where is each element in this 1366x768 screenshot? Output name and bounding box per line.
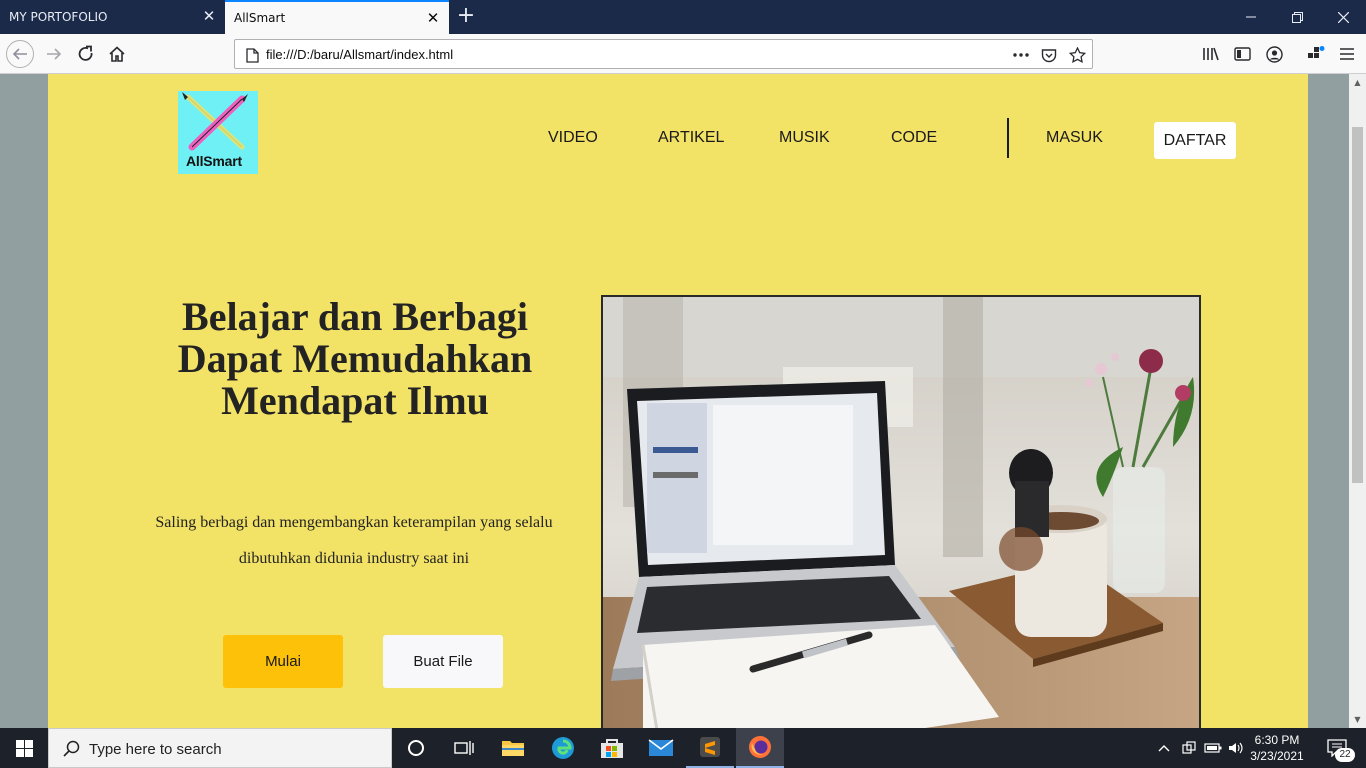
site-page: AllSmart VIDEO ARTIKEL MUSIK CODE MASUK … [48,74,1308,728]
page-icon [243,47,261,63]
clock-time: 6:30 PM [1254,733,1300,747]
close-tab-icon[interactable]: ✕ [426,11,440,26]
minimize-icon[interactable] [1228,0,1274,34]
taskbar-search-box[interactable]: Type here to search [48,728,392,768]
task-view-icon[interactable] [440,728,488,768]
clock-date: 3/23/2021 [1250,749,1304,763]
restore-icon[interactable] [1274,0,1320,34]
masuk-link[interactable]: MASUK [1046,129,1103,147]
hamburger-menu-icon[interactable] [1332,39,1362,69]
windows-taskbar: Type here to search 6:30 PM 3/23/2021 22 [0,728,1366,768]
bookmark-star-icon[interactable] [1068,47,1086,63]
edge-browser-icon[interactable] [539,728,587,768]
nav-artikel[interactable]: ARTIKEL [658,129,724,147]
sublime-text-icon[interactable] [686,728,734,768]
page-viewport: AllSmart VIDEO ARTIKEL MUSIK CODE MASUK … [0,74,1349,728]
search-icon [63,740,80,757]
tab-title: AllSmart [234,11,286,25]
back-arrow-icon[interactable] [5,39,35,69]
notification-count-badge: 22 [1335,748,1355,762]
tab-title: MY PORTOFOLIO [9,10,108,24]
url-text[interactable]: file:///D:/baru/Allsmart/index.html [266,47,453,62]
network-icon[interactable] [1180,728,1198,768]
search-placeholder: Type here to search [89,741,222,758]
nav-video[interactable]: VIDEO [548,129,598,147]
address-bar[interactable]: file:///D:/baru/Allsmart/index.html [234,39,1093,69]
scrollbar-thumb[interactable] [1352,127,1363,483]
site-logo[interactable]: AllSmart [178,91,258,174]
nav-divider [1007,118,1009,158]
scroll-up-arrow-icon[interactable]: ▲ [1349,74,1366,91]
hero-image-laptop-desk [601,295,1201,728]
tab-allsmart[interactable]: AllSmart ✕ [225,0,449,34]
buat-file-button[interactable]: Buat File [383,635,503,688]
account-icon[interactable] [1259,39,1289,69]
browser-tab-strip: MY PORTOFOLIO ✕ AllSmart ✕ + [0,0,1366,34]
scroll-down-arrow-icon[interactable]: ▼ [1349,711,1366,728]
browser-toolbar: file:///D:/baru/Allsmart/index.html [0,34,1366,74]
microsoft-store-icon[interactable] [588,728,636,768]
library-icon[interactable] [1196,39,1226,69]
mail-icon[interactable] [637,728,685,768]
new-tab-plus-icon[interactable]: + [451,2,481,32]
close-window-icon[interactable] [1320,0,1366,34]
extensions-icon[interactable] [1301,39,1331,69]
sidebar-icon[interactable] [1227,39,1257,69]
vertical-scrollbar[interactable]: ▲ ▼ [1349,74,1366,728]
nav-musik[interactable]: MUSIK [779,129,830,147]
tab-my-portofolio[interactable]: MY PORTOFOLIO ✕ [0,0,225,34]
hero-subtitle: Saling berbagi dan mengembangkan keteram… [155,514,553,567]
nav-code[interactable]: CODE [891,129,937,147]
windows-start-icon[interactable] [0,728,48,768]
forward-arrow-icon[interactable] [39,39,69,69]
file-explorer-icon[interactable] [489,728,537,768]
hero-title: Belajar dan Berbagi Dapat Memudahkan Men… [177,294,533,423]
firefox-icon[interactable] [736,728,784,768]
action-center-icon[interactable]: 22 [1318,728,1358,768]
page-actions-icon[interactable] [1012,47,1030,63]
mulai-button[interactable]: Mulai [223,635,343,688]
daftar-button[interactable]: DAFTAR [1154,122,1236,159]
pocket-icon[interactable] [1040,47,1058,63]
tray-overflow-chevron-icon[interactable] [1156,728,1172,768]
crossed-pencils-icon [182,92,248,151]
battery-icon[interactable] [1202,728,1224,768]
logo-text: AllSmart [186,153,242,169]
close-tab-icon[interactable]: ✕ [202,9,216,24]
reload-icon[interactable] [71,39,101,69]
taskbar-clock[interactable]: 6:30 PM 3/23/2021 [1242,732,1312,764]
home-icon[interactable] [102,39,132,69]
cortana-icon[interactable] [392,728,440,768]
